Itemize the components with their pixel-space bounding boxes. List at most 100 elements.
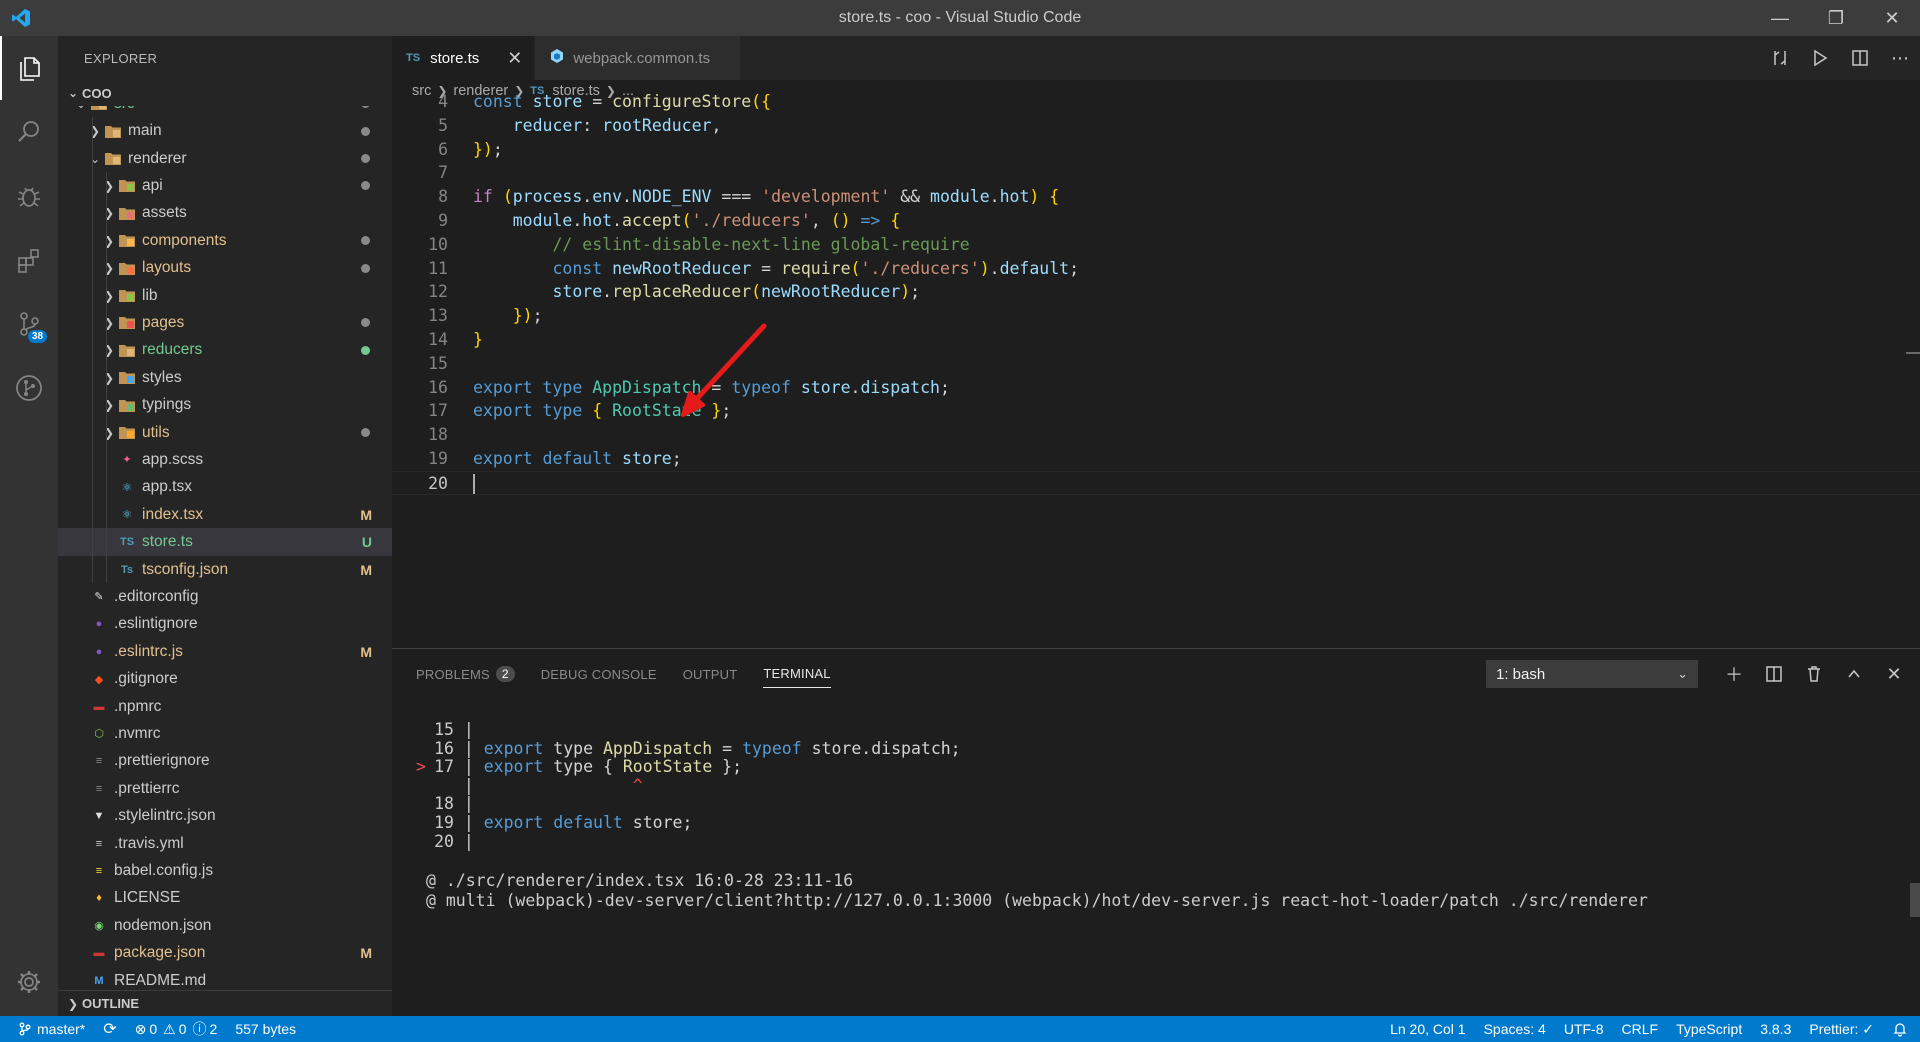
tree-file[interactable]: T​s tsconfig.json M xyxy=(58,555,392,584)
code-line[interactable]: 20 xyxy=(392,470,1920,495)
ts-version[interactable]: 3.8.3 xyxy=(1760,1021,1791,1037)
prettier-status[interactable]: Prettier: ✓ xyxy=(1809,1021,1874,1038)
language-mode[interactable]: TypeScript xyxy=(1676,1021,1742,1037)
chevron-down-icon[interactable]: ⌄ xyxy=(72,106,90,111)
workspace-section-header[interactable]: ⌄ COO xyxy=(58,80,392,106)
close-panel-icon[interactable]: ✕ xyxy=(1874,664,1914,685)
tree-file[interactable]: ⚛ app.tsx xyxy=(58,473,392,502)
notifications-icon[interactable] xyxy=(1892,1021,1908,1037)
source-control-activity[interactable]: 38 xyxy=(0,292,58,356)
chevron-right-icon[interactable]: ❯ xyxy=(100,206,118,220)
sync-icon[interactable]: ⟳ xyxy=(103,1019,116,1039)
tree-folder[interactable]: ❯ assets xyxy=(58,199,392,228)
tree-folder[interactable]: ❯ pages xyxy=(58,309,392,337)
chevron-right-icon[interactable]: ❯ xyxy=(100,371,118,385)
restore-button[interactable]: ❐ xyxy=(1808,0,1864,36)
encoding[interactable]: UTF-8 xyxy=(1564,1021,1604,1037)
chevron-right-icon[interactable]: ❯ xyxy=(100,398,118,412)
terminal-view[interactable]: 15 | 16 | export type AppDispatch = type… xyxy=(392,699,1920,1017)
code-line[interactable]: 15 xyxy=(392,352,1920,376)
tree-file[interactable]: ✦ app.scss xyxy=(58,446,392,474)
trash-icon[interactable] xyxy=(1794,665,1834,683)
tab-webpack-common-ts[interactable]: webpack.common.ts xyxy=(535,36,742,80)
tree-file[interactable]: ▬ package.json M xyxy=(58,939,392,967)
more-actions-icon[interactable]: ⋯ xyxy=(1880,48,1920,69)
tab-terminal[interactable]: TERMINAL xyxy=(763,660,831,688)
close-tab-icon[interactable]: ✕ xyxy=(507,48,522,69)
manage-activity[interactable] xyxy=(0,952,58,1012)
code-line[interactable]: 18 xyxy=(392,423,1920,447)
tab-problems[interactable]: PROBLEMS 2 xyxy=(416,660,515,688)
tree-file[interactable]: ≡ .travis.yml xyxy=(58,830,392,858)
file-size[interactable]: 557 bytes xyxy=(235,1021,296,1037)
tree-folder[interactable]: ❯ components xyxy=(58,227,392,255)
vscode-logo-icon[interactable] xyxy=(0,0,42,36)
split-editor-icon[interactable] xyxy=(1840,49,1880,67)
open-changes-icon[interactable] xyxy=(1760,49,1800,67)
tree-file[interactable]: ◉ nodemon.json xyxy=(58,912,392,940)
tree-folder[interactable]: ❯ styles xyxy=(58,364,392,392)
chevron-right-icon[interactable]: ❯ xyxy=(100,179,118,193)
tree-folder[interactable]: ❯ layouts xyxy=(58,254,392,282)
run-icon[interactable] xyxy=(1800,49,1840,67)
tab-output[interactable]: OUTPUT xyxy=(683,660,738,688)
tree-folder[interactable]: ❯ typings xyxy=(58,391,392,419)
search-activity[interactable] xyxy=(0,100,58,164)
tree-file[interactable]: ● .eslintrc.js M xyxy=(58,638,392,666)
chevron-right-icon[interactable]: ❯ xyxy=(86,124,104,138)
code-line[interactable]: 6}); xyxy=(392,138,1920,162)
tree-folder[interactable]: ❯ reducers xyxy=(58,336,392,365)
code-line[interactable]: 9 module.hot.accept('./reducers', () => … xyxy=(392,209,1920,233)
code-editor[interactable]: 4 const store = configureStore({5 reducer… xyxy=(392,90,1920,495)
maximize-panel-icon[interactable] xyxy=(1834,666,1874,682)
tree-folder[interactable]: ❯ lib xyxy=(58,281,392,310)
new-terminal-icon[interactable]: ＋ xyxy=(1714,661,1754,687)
tree-folder[interactable]: ⌄ src xyxy=(58,106,392,118)
branch-indicator[interactable]: master* xyxy=(18,1021,85,1037)
code-line[interactable]: 19 export default store; xyxy=(392,447,1920,471)
tree-folder[interactable]: ❯ utils xyxy=(58,418,392,447)
chevron-right-icon[interactable]: ❯ xyxy=(100,289,118,303)
tree-file[interactable]: ≡ babel.config.js xyxy=(58,857,392,885)
explorer-activity[interactable] xyxy=(0,36,58,100)
tree-file[interactable]: ▬ .npmrc xyxy=(58,693,392,721)
tab-store-ts[interactable]: TS store.ts ✕ xyxy=(392,36,536,80)
tree-file[interactable]: ≡ .prettierignore xyxy=(58,748,392,776)
debug-activity[interactable] xyxy=(0,164,58,228)
terminal-select[interactable]: 1: bash ⌄ xyxy=(1486,660,1698,688)
end-of-line[interactable]: CRLF xyxy=(1622,1021,1659,1037)
chevron-right-icon[interactable]: ❯ xyxy=(100,343,118,357)
code-line[interactable]: 8 if (process.env.NODE_ENV === 'developme… xyxy=(392,185,1920,209)
code-line[interactable]: 12 store.replaceReducer(newRootReducer); xyxy=(392,280,1920,304)
chevron-right-icon[interactable]: ❯ xyxy=(100,261,118,275)
cursor-position[interactable]: Ln 20, Col 1 xyxy=(1390,1021,1466,1037)
outline-section-header[interactable]: ❯ OUTLINE xyxy=(58,990,392,1016)
tree-file[interactable]: ▼ .stylelintrc.json xyxy=(58,802,392,830)
code-line[interactable]: 4 const store = configureStore({ xyxy=(392,90,1920,114)
tree-file[interactable]: TS store.ts U xyxy=(58,528,392,556)
chevron-down-icon[interactable]: ⌄ xyxy=(86,152,104,166)
extensions-activity[interactable] xyxy=(0,228,58,292)
code-line[interactable]: 16 export type AppDispatch = typeof store… xyxy=(392,376,1920,400)
tree-folder[interactable]: ⌄ renderer xyxy=(58,144,392,173)
minimize-button[interactable]: — xyxy=(1752,0,1808,36)
chevron-right-icon[interactable]: ❯ xyxy=(100,234,118,248)
code-line[interactable]: 17 export type { RootState }; xyxy=(392,399,1920,423)
tree-file[interactable]: ● .eslintignore xyxy=(58,611,392,639)
tree-file[interactable]: ✎ .editorconfig xyxy=(58,583,392,611)
code-line[interactable]: 10 // eslint-disable-next-line global-re… xyxy=(392,233,1920,257)
chevron-right-icon[interactable]: ❯ xyxy=(100,426,118,440)
tree-file[interactable]: ⚛ index.tsx M xyxy=(58,501,392,529)
code-line[interactable]: 11 const newRootReducer = require('./red… xyxy=(392,257,1920,281)
code-line[interactable]: 5 reducer: rootReducer, xyxy=(392,114,1920,138)
tree-file[interactable]: ≡ .prettierrc xyxy=(58,775,392,803)
code-line[interactable]: 13 }); xyxy=(392,304,1920,328)
code-line[interactable]: 14} xyxy=(392,328,1920,352)
tree-file[interactable]: ♦ LICENSE xyxy=(58,885,392,913)
chevron-right-icon[interactable]: ❯ xyxy=(100,316,118,330)
terminal-scrollbar[interactable] xyxy=(1910,883,1920,917)
indentation[interactable]: Spaces: 4 xyxy=(1484,1021,1546,1037)
problems-indicator[interactable]: ⊗ 0 ⚠ 0 ⓘ 2 xyxy=(135,1019,218,1039)
tab-debug-console[interactable]: DEBUG CONSOLE xyxy=(541,660,657,688)
tree-file[interactable]: ⬡ .nvmrc xyxy=(58,720,392,748)
